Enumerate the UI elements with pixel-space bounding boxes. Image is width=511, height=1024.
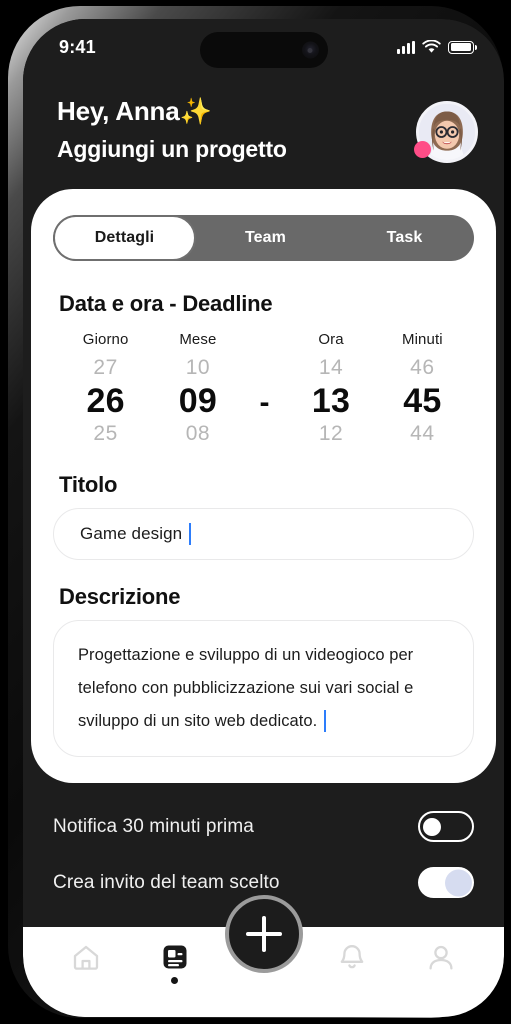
toggle-notifica[interactable] xyxy=(418,811,474,843)
picker-value-ora[interactable]: 13 xyxy=(312,382,350,420)
picker-label-mese: Mese xyxy=(179,331,217,348)
notes-icon xyxy=(163,945,187,969)
option-label-notifica: Notifica 30 minuti prima xyxy=(53,815,254,837)
status-indicators xyxy=(397,36,477,54)
picker-prev-giorno[interactable]: 27 xyxy=(93,354,117,382)
nav-item-home[interactable] xyxy=(57,943,115,984)
front-camera-icon xyxy=(301,41,319,59)
picker-column-ora[interactable]: Ora 14 13 12 xyxy=(285,331,376,448)
picker-label-giorno: Giorno xyxy=(82,331,129,348)
description-input-value: Progettazione e sviluppo di un videogioc… xyxy=(78,645,414,730)
nav-item-notifications[interactable] xyxy=(323,943,381,985)
segmented-tabs[interactable]: Dettagli Team Task xyxy=(53,215,474,261)
battery-full-icon xyxy=(448,40,477,54)
picker-next-giorno[interactable]: 25 xyxy=(93,420,117,448)
option-row-notifica[interactable]: Notifica 30 minuti prima xyxy=(53,805,474,849)
details-card: Dettagli Team Task Data e ora - Deadline… xyxy=(31,189,496,783)
picker-column-giorno[interactable]: Giorno 27 26 25 xyxy=(59,331,152,448)
picker-next-mese[interactable]: 08 xyxy=(186,420,210,448)
toggle-knob xyxy=(423,817,441,836)
person-icon xyxy=(429,945,453,970)
page-title: Hey, Anna✨ xyxy=(57,96,287,127)
datetime-section-title: Data e ora - Deadline xyxy=(59,291,273,316)
nav-item-profile[interactable] xyxy=(412,943,470,985)
signal-bars-icon xyxy=(397,40,415,54)
home-icon xyxy=(73,945,99,970)
picker-prev-ora[interactable]: 14 xyxy=(319,354,343,382)
tab-task[interactable]: Task xyxy=(335,215,474,261)
greeting-text: Hey, Anna xyxy=(57,96,180,126)
description-input[interactable]: Progettazione e sviluppo di un videogioc… xyxy=(53,619,474,757)
text-caret-icon xyxy=(324,710,327,733)
sparkles-icon: ✨ xyxy=(179,96,212,126)
plus-icon xyxy=(245,916,282,952)
picker-label-minuti: Minuti xyxy=(402,331,443,348)
notification-dot xyxy=(414,141,431,158)
wifi-icon xyxy=(422,40,441,53)
bell-icon xyxy=(340,945,364,969)
picker-value-giorno[interactable]: 26 xyxy=(87,382,125,420)
title-field-label: Titolo xyxy=(59,471,118,497)
picker-prev-minuti[interactable]: 46 xyxy=(410,354,434,382)
option-label-invito: Crea invito del team scelto xyxy=(53,871,280,893)
picker-next-ora[interactable]: 12 xyxy=(319,420,343,448)
greeting-block: Hey, Anna✨ Aggiungi un progetto xyxy=(57,87,287,162)
nav-item-notes[interactable] xyxy=(146,943,204,984)
device-frame: 9:41 Hey, Anna✨ Aggiungi un progetto Det… xyxy=(8,6,504,1018)
page-subtitle: Aggiungi un progetto xyxy=(57,135,287,162)
picker-value-mese[interactable]: 09 xyxy=(179,382,217,420)
text-caret-icon xyxy=(189,522,192,545)
status-time: 9:41 xyxy=(59,36,96,57)
picker-separator: - xyxy=(259,386,270,419)
picker-next-minuti[interactable]: 44 xyxy=(410,420,434,448)
picker-column-mese[interactable]: Mese 10 09 08 xyxy=(152,331,243,448)
phone-screen: 9:41 Hey, Anna✨ Aggiungi un progetto Det… xyxy=(23,19,504,1017)
title-input[interactable]: Game design xyxy=(53,507,474,560)
dynamic-island xyxy=(199,32,328,68)
title-input-value: Game design xyxy=(80,523,183,543)
tab-dettagli[interactable]: Dettagli xyxy=(53,215,196,261)
options-list: Notifica 30 minuti prima Crea invito del… xyxy=(23,783,504,905)
picker-value-minuti[interactable]: 45 xyxy=(403,382,441,420)
picker-prev-mese[interactable]: 10 xyxy=(186,354,210,382)
nav-active-dot xyxy=(171,977,179,984)
description-field-label: Descrizione xyxy=(59,583,181,609)
app-header: Hey, Anna✨ Aggiungi un progetto xyxy=(23,71,504,189)
datetime-picker[interactable]: Giorno 27 26 25 Mese 10 09 08 - Ora 14 1… xyxy=(53,331,474,448)
picker-column-minuti[interactable]: Minuti 46 45 44 xyxy=(377,331,468,448)
device-bezel: 9:41 Hey, Anna✨ Aggiungi un progetto Det… xyxy=(23,19,504,1017)
tab-team[interactable]: Team xyxy=(196,215,335,261)
toggle-invito[interactable] xyxy=(418,867,474,899)
toggle-knob xyxy=(445,869,472,897)
avatar[interactable] xyxy=(414,101,478,163)
picker-label-ora: Ora xyxy=(318,331,344,348)
add-project-fab[interactable] xyxy=(224,895,303,973)
